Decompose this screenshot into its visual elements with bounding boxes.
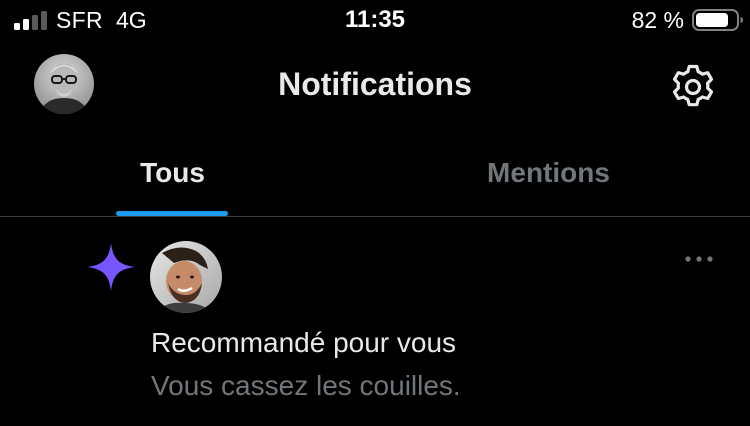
tab-bar: Tous Mentions <box>0 130 750 217</box>
sender-avatar[interactable] <box>150 241 222 313</box>
avatar-image <box>150 241 222 313</box>
tab-all[interactable]: Tous <box>0 130 375 216</box>
sparkle-icon <box>87 243 135 291</box>
notification-text: Vous cassez les couilles. <box>151 370 461 401</box>
battery-icon <box>692 9 743 31</box>
more-icon[interactable] <box>682 249 722 269</box>
header: Notifications <box>0 44 750 130</box>
page-title: Notifications <box>278 66 472 102</box>
tab-label: Mentions <box>487 157 610 188</box>
tab-label: Tous <box>140 157 205 188</box>
status-bar: SFR 4G 11:35 82 % <box>0 0 750 44</box>
tab-mentions[interactable]: Mentions <box>375 130 750 216</box>
notification-item[interactable]: Recommandé pour vous Vous cassez les cou… <box>0 217 750 426</box>
notification-title: Recommandé pour vous <box>151 327 457 358</box>
gear-icon[interactable] <box>668 62 718 112</box>
active-tab-indicator <box>116 211 228 216</box>
battery-level-fill <box>696 13 728 27</box>
battery-percent: 82 % <box>631 7 684 33</box>
